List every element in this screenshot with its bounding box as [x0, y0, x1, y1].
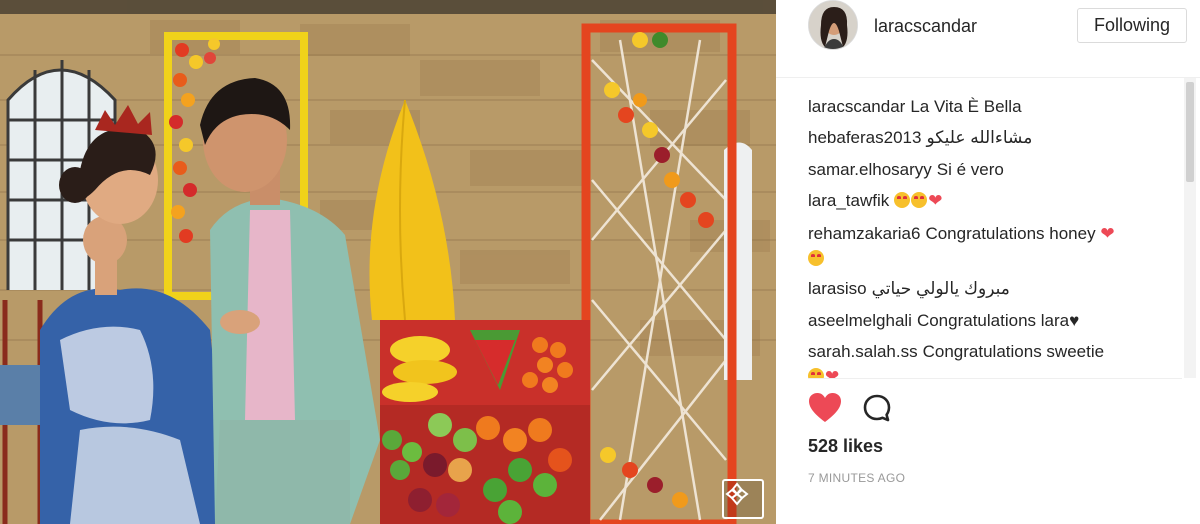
comment-item: larasiso مبروك يالولي حياتي — [808, 276, 1180, 301]
comment-username[interactable]: rehamzakaria6 — [808, 224, 920, 243]
slideshow-glyph — [725, 482, 749, 506]
comment-list[interactable]: laracscandar La Vita È Bella hebaferas201… — [776, 92, 1200, 378]
comment-bubble-glyph — [863, 394, 891, 422]
post-photo[interactable] — [0, 0, 776, 524]
heart-eyes-emoji — [808, 250, 824, 266]
comment-text: مشاءالله عليكو — [926, 128, 1033, 147]
divider — [808, 378, 1182, 379]
heart-eyes-emoji — [894, 192, 911, 208]
avatar[interactable] — [808, 0, 858, 50]
comment-item: aseelmelghali Congratulations lara♥ — [808, 308, 1180, 333]
comment-text: Congratulations sweetie — [922, 342, 1105, 361]
comment-username[interactable]: laracscandar — [808, 97, 905, 116]
heart-icon[interactable] — [808, 392, 842, 424]
heart-glyph — [809, 393, 841, 422]
comment-text: La Vita È Bella — [910, 97, 1022, 116]
comment-text: Si é vero — [936, 160, 1004, 179]
comment-username[interactable]: samar.elhosaryy — [808, 160, 932, 179]
black-heart-emoji: ♥ — [1069, 311, 1080, 330]
heart-eyes-emoji — [911, 192, 928, 208]
comment-username[interactable]: sarah.salah.ss — [808, 342, 918, 361]
scrollbar-thumb[interactable] — [1186, 82, 1194, 182]
heart-emoji: ❤ — [928, 191, 943, 210]
comment-username[interactable]: larasiso — [808, 279, 867, 298]
heart-emoji: ❤ — [825, 367, 840, 378]
comment-bubble-icon[interactable] — [862, 393, 892, 423]
comment-text: مبروك يالولي حياتي — [871, 279, 1010, 298]
emoji — [808, 368, 824, 378]
comment-item: laracscandar La Vita È Bella — [808, 94, 1180, 119]
comment-item: samar.elhosaryy Si é vero — [808, 157, 1180, 182]
comment-item: lara_tawfik ❤ — [808, 188, 1180, 213]
comment-item: rehamzakaria6 Congratulations honey ❤ — [808, 221, 1180, 271]
post-author-username[interactable]: laracscandar — [874, 16, 977, 37]
post-sidebar: laracscandar Following laracscandar La Vi… — [776, 0, 1200, 524]
comment-username[interactable]: aseelmelghali — [808, 311, 912, 330]
likes-count[interactable]: 528 likes — [808, 436, 883, 457]
heart-emoji: ❤ — [1100, 224, 1115, 243]
slideshow-icon[interactable] — [722, 479, 764, 519]
comment-item: hebaferas2013 مشاءالله عليكو — [808, 125, 1180, 150]
comment-text: Congratulations lara — [916, 311, 1070, 330]
photo-illustration — [0, 0, 776, 524]
avatar-image — [809, 1, 857, 49]
following-button[interactable]: Following — [1077, 8, 1187, 43]
post-timestamp[interactable]: 7 MINUTES AGO — [808, 471, 905, 485]
comment-username[interactable]: hebaferas2013 — [808, 128, 921, 147]
comment-text: Congratulations honey — [925, 224, 1096, 243]
post-header: laracscandar Following — [776, 0, 1200, 78]
comment-username[interactable]: lara_tawfik — [808, 191, 889, 210]
comment-item: sarah.salah.ss Congratulations sweetie ❤ — [808, 339, 1180, 378]
comments-scrollbar[interactable] — [1184, 78, 1196, 378]
